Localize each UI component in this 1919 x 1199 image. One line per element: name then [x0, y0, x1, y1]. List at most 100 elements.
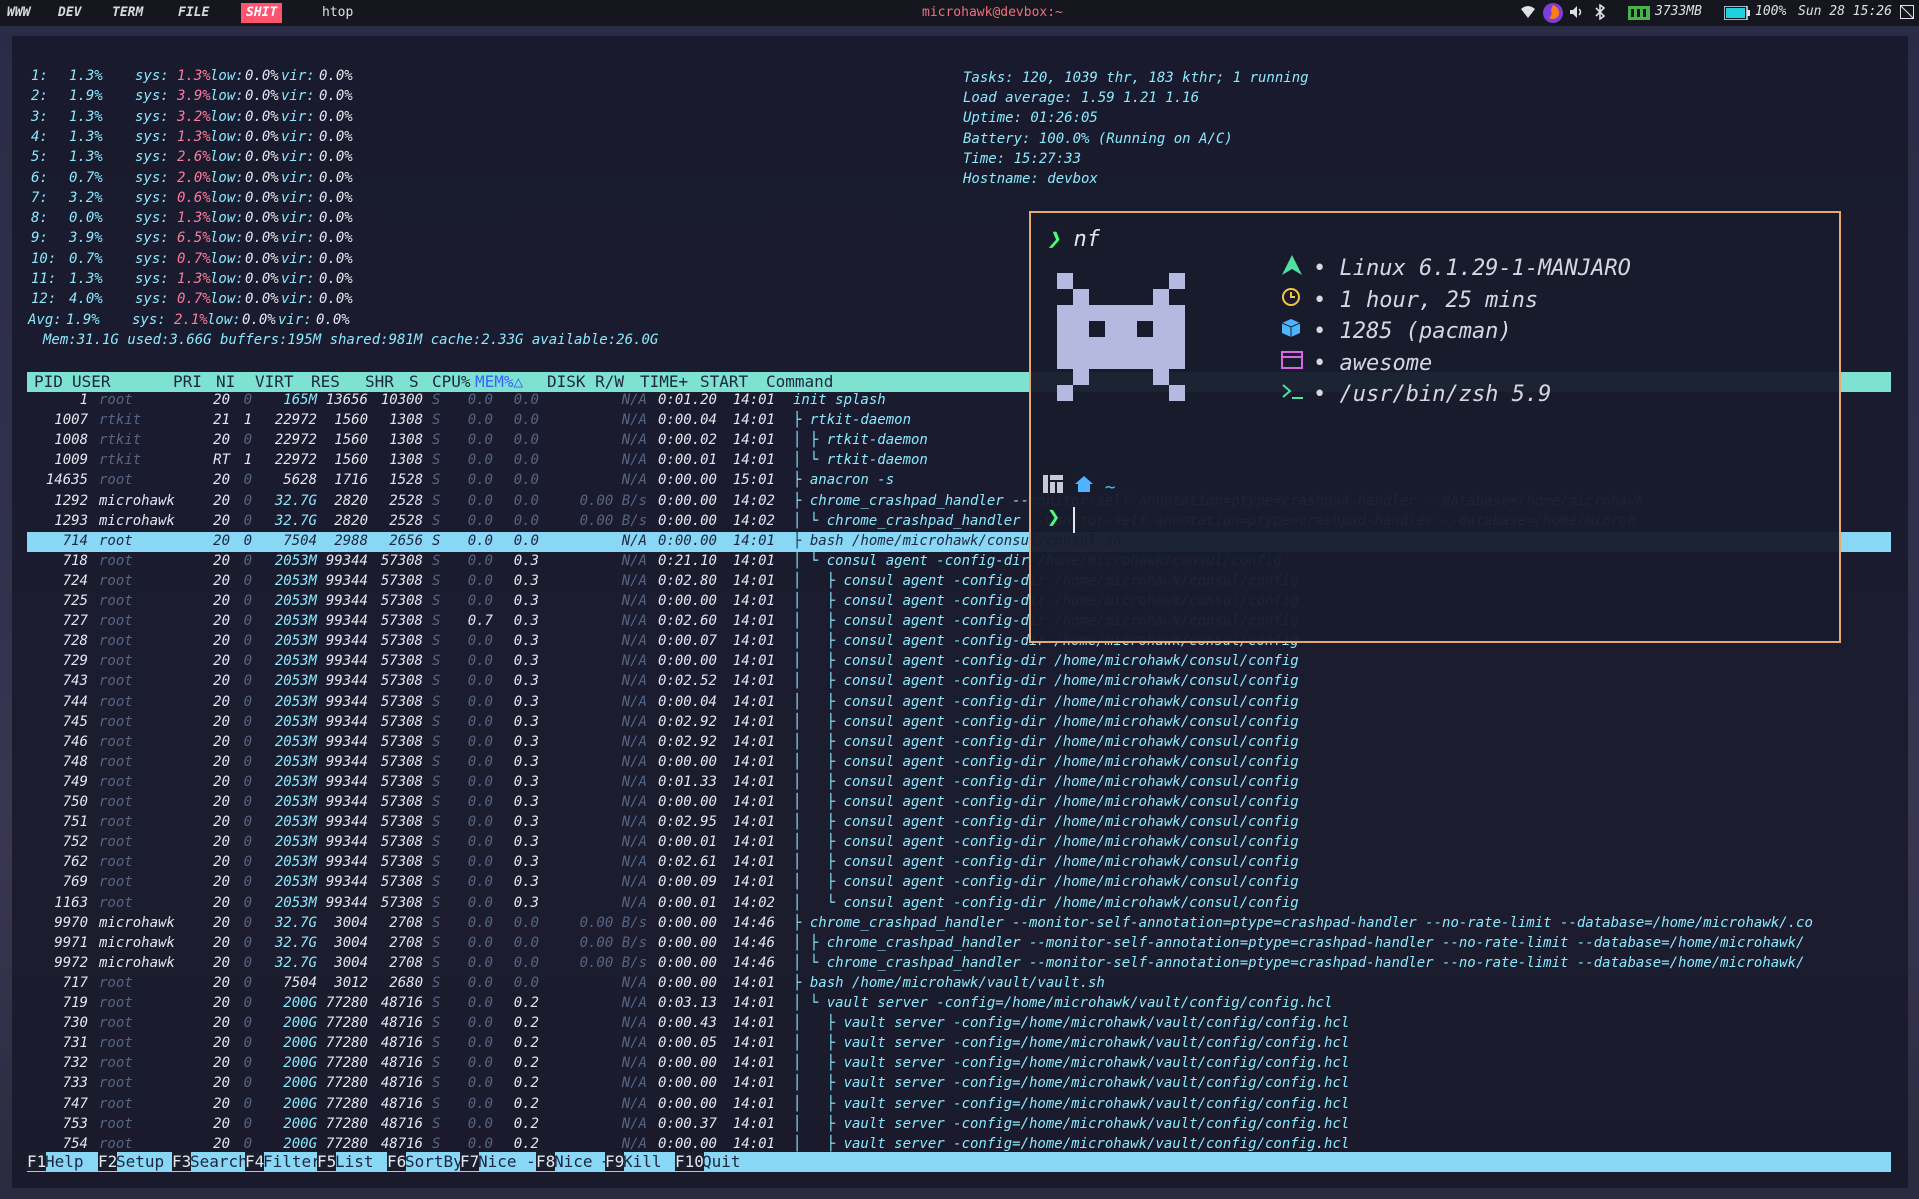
- fkey-label[interactable]: SortBy: [405, 1152, 463, 1171]
- process-cell: N/A: [621, 552, 647, 569]
- process-cell: root: [99, 974, 133, 991]
- process-row[interactable]: 730 root 20 0 200G 77280 48716 S 0.0 0.2 N/A 0:00.4…: [27, 1015, 1891, 1035]
- cpu-sys-label: sys:: [135, 230, 169, 247]
- column-header[interactable]: USER: [72, 372, 111, 391]
- fkey-label[interactable]: Kill: [623, 1152, 662, 1171]
- fkey-f6[interactable]: F6: [387, 1152, 407, 1171]
- process-cell: │ ├ consul agent -config-dir /home/micro…: [793, 653, 1299, 670]
- process-row[interactable]: 753 root 20 0 200G 77280 48716 S 0.0 0.2 N/A 0:00.3…: [27, 1116, 1891, 1136]
- column-header[interactable]: DISK R/W: [547, 372, 624, 391]
- fkey-f8[interactable]: F8: [536, 1152, 556, 1171]
- process-cell: 2053M: [274, 834, 317, 851]
- process-row[interactable]: 747 root 20 0 200G 77280 48716 S 0.0 0.2 N/A 0:00.0…: [27, 1096, 1891, 1116]
- text-cursor[interactable]: [1073, 507, 1075, 533]
- wifi-icon[interactable]: [1520, 4, 1536, 24]
- fkey-f10[interactable]: F10: [675, 1152, 704, 1171]
- fkey-f2[interactable]: F2: [98, 1152, 118, 1171]
- process-row[interactable]: 733 root 20 0 200G 77280 48716 S 0.0 0.2 N/A 0:00.0…: [27, 1075, 1891, 1095]
- process-row[interactable]: 748 root 20 0 2053M 99344 57308 S 0.0 0.3 N/A 0:00.…: [27, 754, 1891, 774]
- cpu-sys-label: sys:: [135, 210, 169, 227]
- column-header[interactable]: VIRT: [255, 372, 294, 391]
- process-cell: 732: [62, 1055, 88, 1072]
- process-cell: 0: [243, 492, 252, 509]
- process-row[interactable]: 719 root 20 0 200G 77280 48716 S 0.0 0.2 N/A 0:03.1…: [27, 995, 1891, 1015]
- process-cell: 0.3: [513, 874, 539, 891]
- process-row[interactable]: 752 root 20 0 2053M 99344 57308 S 0.0 0.3 N/A 0:00.…: [27, 834, 1891, 854]
- process-cell: 2053M: [274, 894, 317, 911]
- column-header[interactable]: SHR: [365, 372, 394, 391]
- tag-shit[interactable]: SHIT: [241, 3, 283, 23]
- process-cell: 20: [213, 532, 230, 549]
- process-row[interactable]: 732 root 20 0 200G 77280 48716 S 0.0 0.2 N/A 0:00.0…: [27, 1055, 1891, 1075]
- fkey-f3[interactable]: F3: [172, 1152, 192, 1171]
- fkey-f9[interactable]: F9: [605, 1152, 625, 1171]
- process-cell: 14:02: [732, 492, 775, 509]
- process-row[interactable]: 717 root 20 0 7504 3012 2680 S 0.0 0.0 N/A 0:00.00 1…: [27, 975, 1891, 995]
- window-title: htop: [322, 5, 354, 20]
- process-cell: 0:00.04: [657, 693, 717, 710]
- process-cell: 20: [213, 1075, 230, 1092]
- process-row[interactable]: 1163 root 20 0 2053M 99344 57308 S 0.0 0.3 N/A 0:00…: [27, 895, 1891, 915]
- tag-dev[interactable]: DEV: [58, 5, 81, 20]
- process-row[interactable]: 769 root 20 0 2053M 99344 57308 S 0.0 0.3 N/A 0:00.…: [27, 874, 1891, 894]
- clock[interactable]: Sun 28 15:26: [1798, 4, 1892, 19]
- column-header[interactable]: RES: [311, 372, 340, 391]
- process-row[interactable]: 762 root 20 0 2053M 99344 57308 S 0.0 0.3 N/A 0:02.…: [27, 854, 1891, 874]
- process-row[interactable]: 745 root 20 0 2053M 99344 57308 S 0.0 0.3 N/A 0:02.…: [27, 714, 1891, 734]
- cpu-low: 0.0%: [245, 169, 279, 186]
- fkey-label[interactable]: Filter: [263, 1152, 321, 1171]
- fkey-label[interactable]: Nice +: [554, 1152, 612, 1171]
- column-header[interactable]: TIME+: [640, 372, 688, 391]
- tag-file[interactable]: FILE: [178, 5, 209, 20]
- fkey-f7[interactable]: F7: [460, 1152, 480, 1171]
- column-header[interactable]: Command: [766, 372, 833, 391]
- process-row[interactable]: 746 root 20 0 2053M 99344 57308 S 0.0 0.3 N/A 0:02.…: [27, 734, 1891, 754]
- cpu-low: 0.0%: [245, 88, 279, 105]
- column-header[interactable]: START: [700, 372, 748, 391]
- process-cell: 0:02.92: [657, 733, 717, 750]
- fkey-label[interactable]: Setup: [116, 1152, 164, 1171]
- fkey-label[interactable]: Nice -: [478, 1152, 536, 1171]
- cpu-sys-label: sys:: [135, 271, 169, 287]
- process-cell: 99344: [325, 552, 368, 569]
- process-cell: 0:00.00: [657, 472, 717, 489]
- process-cell: 20: [213, 552, 230, 569]
- process-cell: root: [99, 472, 133, 489]
- process-row[interactable]: 750 root 20 0 2053M 99344 57308 S 0.0 0.3 N/A 0:00.…: [27, 794, 1891, 814]
- process-cell: 0: [243, 914, 252, 931]
- fkey-label[interactable]: Search: [190, 1152, 248, 1171]
- process-cell: 0.3: [513, 814, 539, 831]
- volume-icon[interactable]: [1569, 4, 1585, 24]
- bluetooth-icon[interactable]: [1593, 3, 1607, 24]
- fkey-label[interactable]: Quit: [702, 1152, 741, 1171]
- fkey-label[interactable]: Help: [45, 1152, 84, 1171]
- process-row[interactable]: 9970 microhawk 20 0 32.7G 3004 2708 S 0.0 0.0 0.00…: [27, 915, 1891, 935]
- process-row[interactable]: 749 root 20 0 2053M 99344 57308 S 0.0 0.3 N/A 0:01.…: [27, 774, 1891, 794]
- column-header[interactable]: CPU%: [432, 372, 471, 391]
- process-cell: 0:02.61: [657, 854, 717, 871]
- fkey-f1[interactable]: F1: [27, 1152, 47, 1171]
- cpu-low: 0.0%: [245, 68, 279, 84]
- tag-www[interactable]: WWW: [7, 5, 30, 20]
- neofetch-terminal-window[interactable]: ❯ nf • Linux 6.1.29-1-MANJARO • 1 hour, 2…: [1029, 211, 1841, 643]
- column-header[interactable]: PID: [34, 372, 63, 391]
- process-cell: N/A: [621, 834, 647, 851]
- process-row[interactable]: 751 root 20 0 2053M 99344 57308 S 0.0 0.3 N/A 0:02.…: [27, 814, 1891, 834]
- fkey-label[interactable]: List: [335, 1152, 374, 1171]
- process-row[interactable]: 744 root 20 0 2053M 99344 57308 S 0.0 0.3 N/A 0:00.…: [27, 694, 1891, 714]
- column-header[interactable]: S: [409, 372, 419, 391]
- tag-term[interactable]: TERM: [112, 5, 143, 20]
- layout-icon[interactable]: [1899, 4, 1915, 23]
- process-row[interactable]: 743 root 20 0 2053M 99344 57308 S 0.0 0.3 N/A 0:02.…: [27, 673, 1891, 693]
- fkey-f4[interactable]: F4: [245, 1152, 265, 1171]
- process-row[interactable]: 729 root 20 0 2053M 99344 57308 S 0.0 0.3 N/A 0:00.…: [27, 653, 1891, 673]
- column-header[interactable]: NI: [216, 372, 235, 391]
- column-header[interactable]: PRI: [173, 372, 202, 391]
- firefox-icon[interactable]: [1542, 2, 1564, 28]
- fkey-f5[interactable]: F5: [317, 1152, 337, 1171]
- process-cell: 744: [62, 693, 88, 710]
- process-row[interactable]: 731 root 20 0 200G 77280 48716 S 0.0 0.2 N/A 0:00.0…: [27, 1035, 1891, 1055]
- process-row[interactable]: 9971 microhawk 20 0 32.7G 3004 2708 S 0.0 0.0 0.00…: [27, 935, 1891, 955]
- process-row[interactable]: 9972 microhawk 20 0 32.7G 3004 2708 S 0.0 0.0 0.00…: [27, 955, 1891, 975]
- column-header[interactable]: MEM%△: [475, 372, 523, 391]
